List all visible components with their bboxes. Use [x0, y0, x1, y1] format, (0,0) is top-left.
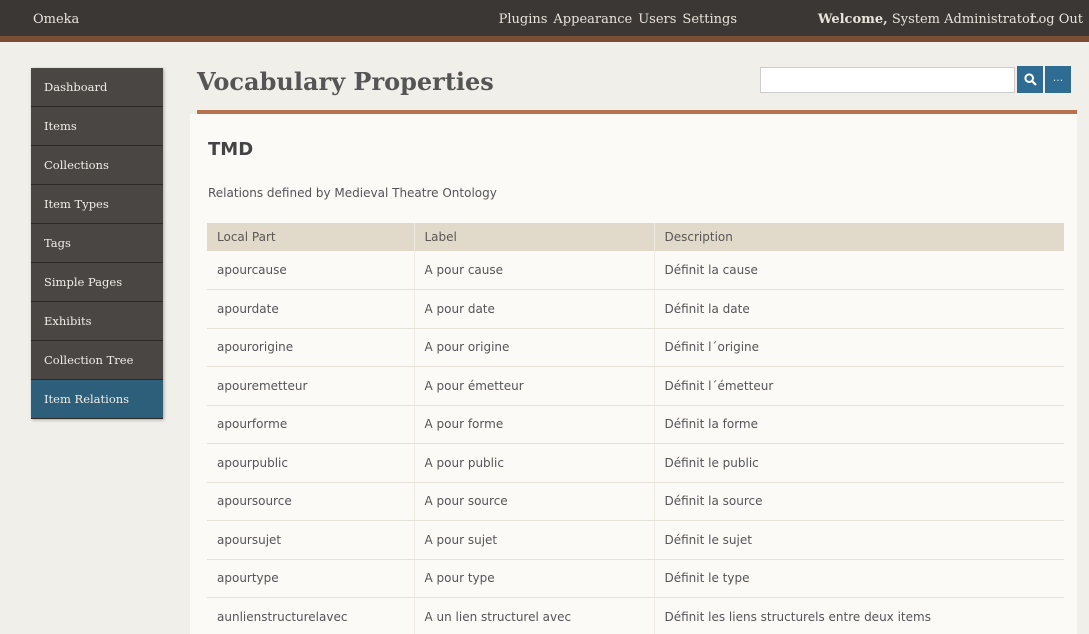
search-icon: [1023, 73, 1037, 86]
welcome-message: Welcome, System Administrator: [818, 12, 1036, 27]
cell-label: A pour forme: [413, 405, 654, 444]
sidebar-item-collections[interactable]: Collections: [31, 146, 163, 185]
cell-label: A pour source: [413, 482, 654, 521]
cell-local-part: apourforme: [207, 405, 414, 444]
table-row: aunlienstructurelavec A un lien structure…: [207, 597, 1064, 634]
cell-label: A pour origine: [413, 328, 654, 367]
nav-settings[interactable]: Settings: [682, 12, 737, 27]
sidebar-item-dashboard[interactable]: Dashboard: [31, 68, 163, 107]
properties-table: Local Part Label Description apourcause A…: [207, 223, 1064, 634]
sidebar-nav: Dashboard Items Collections Item Types T…: [31, 68, 163, 419]
cell-description: Définit le public: [653, 443, 1064, 483]
cell-local-part: apourpublic: [207, 443, 414, 483]
cell-local-part: apourdate: [207, 289, 414, 329]
cell-label: A pour public: [413, 443, 654, 483]
column-header-description: Description: [653, 223, 1064, 251]
cell-description: Définit le sujet: [653, 520, 1064, 560]
cell-description: Définit les liens structurels entre deux…: [653, 597, 1064, 634]
sidebar-item-simple-pages[interactable]: Simple Pages: [31, 263, 163, 302]
cell-label: A un lien structurel avec: [413, 597, 654, 634]
nav-appearance[interactable]: Appearance: [553, 12, 632, 27]
advanced-search-button[interactable]: ...: [1045, 66, 1071, 93]
cell-local-part: apouremetteur: [207, 366, 414, 406]
sidebar-item-exhibits[interactable]: Exhibits: [31, 302, 163, 341]
cell-description: Définit la cause: [653, 251, 1064, 290]
sidebar-item-tags[interactable]: Tags: [31, 224, 163, 263]
cell-local-part: apourcause: [207, 251, 414, 290]
top-bar: Omeka Plugins Appearance Users Settings …: [0, 0, 1089, 42]
search-input[interactable]: [760, 67, 1015, 93]
site-brand-link[interactable]: Omeka: [33, 12, 79, 27]
cell-description: Définit la source: [653, 482, 1064, 521]
sidebar-item-item-relations[interactable]: Item Relations: [31, 380, 163, 419]
cell-label: A pour sujet: [413, 520, 654, 560]
table-row: apoursource A pour source Définit la sourc…: [207, 482, 1064, 521]
table-row: apoursujet A pour sujet Définit le sujet: [207, 520, 1064, 560]
cell-description: Définit le type: [653, 559, 1064, 598]
welcome-user-link[interactable]: System Administrator: [892, 12, 1036, 27]
cell-local-part: apoursujet: [207, 520, 414, 560]
cell-label: A pour émetteur: [413, 366, 654, 406]
cell-description: Définit la date: [653, 289, 1064, 329]
cell-label: A pour type: [413, 559, 654, 598]
cell-description: Définit l´émetteur: [653, 366, 1064, 406]
table-row: apourdate A pour date Définit la date: [207, 289, 1064, 329]
cell-local-part: apourorigine: [207, 328, 414, 367]
cell-description: Définit la forme: [653, 405, 1064, 444]
nav-users[interactable]: Users: [638, 12, 676, 27]
logout-link[interactable]: Log Out: [1030, 12, 1083, 27]
cell-local-part: aunlienstructurelavec: [207, 597, 414, 634]
column-header-label: Label: [413, 223, 654, 251]
table-row: apourforme A pour forme Définit la forme: [207, 405, 1064, 444]
table-row: apouremetteur A pour émetteur Définit l´ém…: [207, 366, 1064, 406]
cell-label: A pour date: [413, 289, 654, 329]
nav-plugins[interactable]: Plugins: [499, 12, 548, 27]
global-nav: Plugins Appearance Users Settings: [499, 12, 737, 27]
table-row: apourcause A pour cause Définit la cause: [207, 251, 1064, 290]
sidebar-item-collection-tree[interactable]: Collection Tree: [31, 341, 163, 380]
table-row: apourpublic A pour public Définit le publi…: [207, 443, 1064, 483]
cell-local-part: apoursource: [207, 482, 414, 521]
table-row: apourtype A pour type Définit le type: [207, 559, 1064, 598]
search-button[interactable]: [1017, 66, 1043, 93]
welcome-prefix: Welcome,: [817, 12, 888, 27]
column-header-local-part: Local Part: [207, 223, 414, 251]
vocabulary-description: Relations defined by Medieval Theatre On…: [208, 186, 497, 200]
sidebar-item-item-types[interactable]: Item Types: [31, 185, 163, 224]
cell-local-part: apourtype: [207, 559, 414, 598]
sidebar-item-items[interactable]: Items: [31, 107, 163, 146]
cell-label: A pour cause: [413, 251, 654, 290]
cell-description: Définit l´origine: [653, 328, 1064, 367]
page-title: Vocabulary Properties: [197, 67, 494, 96]
table-header-row: Local Part Label Description: [207, 223, 1064, 251]
vocabulary-name: TMD: [208, 139, 254, 160]
table-row: apourorigine A pour origine Définit l´orig…: [207, 328, 1064, 367]
